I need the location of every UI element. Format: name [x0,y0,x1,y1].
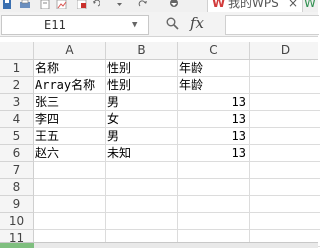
cell-b6[interactable]: 未知 [106,145,178,162]
formula-bar: E11 ▼ fx [0,12,319,37]
cell-c4[interactable]: 13 [178,111,250,128]
cell-d7[interactable] [250,162,320,179]
customize-toolbar-icon[interactable] [168,0,180,9]
cell-d6[interactable] [250,145,320,162]
row-header[interactable]: 3 [0,94,34,111]
cell-d5[interactable] [250,128,320,145]
cell-c6[interactable]: 13 [178,145,250,162]
row-header[interactable]: 8 [0,179,34,196]
row-header[interactable]: 1 [0,60,34,77]
cell-d10[interactable] [250,213,320,230]
cell-a1[interactable]: 名称 [34,60,106,77]
cell-b5[interactable]: 男 [106,128,178,145]
name-box[interactable]: E11 ▼ [1,15,149,35]
cell-c2[interactable]: 年龄 [178,77,250,94]
cell-c8[interactable] [178,179,250,196]
formula-input[interactable] [225,15,319,35]
cell-b3[interactable]: 男 [106,94,178,111]
select-all-corner[interactable] [0,42,34,59]
cell-a6[interactable]: 赵六 [34,145,106,162]
name-box-value: E11 [44,18,66,32]
column-header-b[interactable]: B [106,42,178,59]
print-preview-icon[interactable] [56,0,68,9]
sheet-tab-bar [0,242,318,248]
cell-a9[interactable] [34,196,106,213]
cell-d1[interactable] [250,60,320,77]
cell-b9[interactable] [106,196,178,213]
insert-function-icon[interactable]: fx [190,14,204,32]
column-header-a[interactable]: A [34,42,106,59]
row-header[interactable]: 4 [0,111,34,128]
cell-b7[interactable] [106,162,178,179]
cell-b4[interactable]: 女 [106,111,178,128]
undo-dropdown-icon[interactable] [116,0,123,9]
cell-a7[interactable] [34,162,106,179]
document-icon[interactable] [40,0,50,9]
cell-c9[interactable] [178,196,250,213]
row-header[interactable]: 7 [0,162,34,179]
column-header-d[interactable]: D [250,42,320,59]
active-sheet-tab[interactable] [0,243,34,248]
cell-c5[interactable]: 13 [178,128,250,145]
tab-next-partial[interactable]: W [304,0,316,10]
cell-a3[interactable]: 张三 [34,94,106,111]
cell-b8[interactable] [106,179,178,196]
cell-c10[interactable] [178,213,250,230]
cell-b2[interactable]: 性别 [106,77,178,94]
column-header-c[interactable]: C [178,42,250,59]
cell-a2[interactable]: Array名称 [34,77,106,94]
zoom-icon[interactable] [166,17,179,30]
cell-a8[interactable] [34,179,106,196]
cell-a5[interactable]: 王五 [34,128,106,145]
undo-icon[interactable] [92,0,100,9]
cell-d4[interactable] [250,111,320,128]
cell-d3[interactable] [250,94,320,111]
cell-b10[interactable] [106,213,178,230]
export-pdf-icon[interactable] [77,0,87,9]
cell-c1[interactable]: 年龄 [178,60,250,77]
wps-logo-icon: W [212,0,226,10]
cell-a4[interactable]: 李四 [34,111,106,128]
print-icon[interactable] [20,0,30,9]
cell-a10[interactable] [34,213,106,230]
row-header[interactable]: 9 [0,196,34,213]
row-header[interactable]: 10 [0,213,34,230]
redo-icon[interactable] [138,0,148,9]
cell-d2[interactable] [250,77,320,94]
cell-c3[interactable]: 13 [178,94,250,111]
row-header[interactable]: 6 [0,145,34,162]
cell-b1[interactable]: 性别 [106,60,178,77]
close-tab-icon[interactable]: × [288,0,298,10]
cell-d9[interactable] [250,196,320,213]
row-header[interactable]: 2 [0,77,34,94]
quick-access-toolbar: W 我的WPS × W [0,0,318,12]
tab-title: 我的WPS [228,0,279,10]
chevron-down-icon[interactable]: ▼ [132,16,137,34]
cell-c7[interactable] [178,162,250,179]
save-icon[interactable] [2,0,12,9]
cell-d8[interactable] [250,179,320,196]
column-header-row: A B C D [0,42,318,60]
row-header[interactable]: 5 [0,128,34,145]
tab-my-wps[interactable]: W 我的WPS × [207,0,303,12]
